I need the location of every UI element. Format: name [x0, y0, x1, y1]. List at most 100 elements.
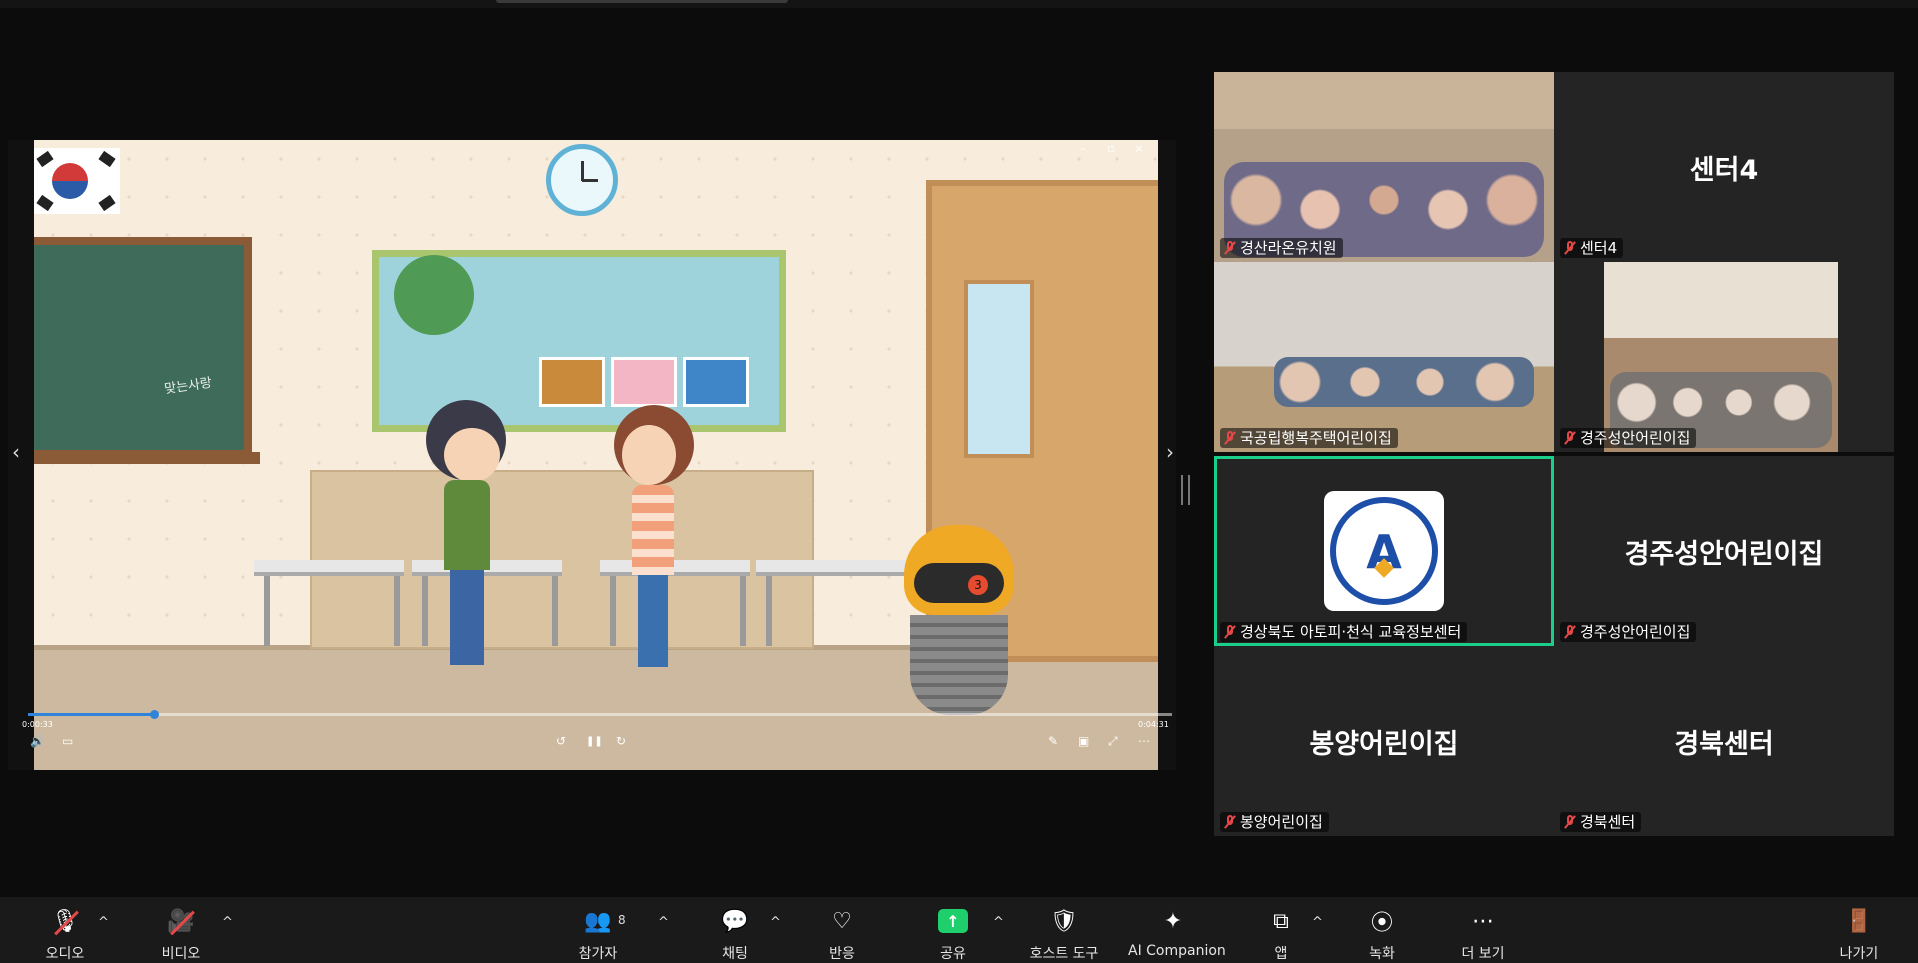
participant-tile[interactable]: 경산라온유치원 [1214, 72, 1554, 262]
record-icon: ⦿ [1370, 911, 1393, 936]
mic-muted-icon [1564, 241, 1576, 255]
audio-options-caret-icon[interactable]: ^ [98, 915, 109, 930]
video-label: 비디오 [161, 946, 201, 962]
ai-companion-button[interactable]: ✦ AI Companion [1128, 897, 1226, 963]
chat-label: 채팅 [722, 946, 748, 962]
desk [600, 560, 750, 576]
minimize-icon[interactable]: – [1076, 142, 1090, 155]
progress-fill [28, 713, 154, 716]
more-icon[interactable]: ⋯ [1138, 734, 1150, 748]
pen-icon[interactable]: ✎ [1048, 734, 1058, 748]
tree-art [394, 255, 474, 335]
more-button[interactable]: ⋯ 더 보기 [1438, 897, 1528, 963]
close-icon[interactable]: × [1132, 142, 1146, 155]
pip-icon[interactable]: ▣ [1078, 734, 1089, 748]
pause-icon[interactable]: ❚❚ [586, 736, 603, 747]
microphone-muted-icon: 🎙 [51, 908, 79, 934]
video-button[interactable]: 🎥 비디오 [136, 897, 226, 963]
participant-gallery: 경산라온유치원 센터4 센터4 국공립행복주택어린이집 경주성안어린이집 A 경… [1214, 72, 1894, 838]
shield-icon: 🛡 [1050, 908, 1078, 934]
participant-name-text: 경상북도 아토피·천식 교육정보센터 [1240, 623, 1462, 641]
rewind-icon[interactable]: ↺ [556, 734, 566, 748]
participant-tile-active-speaker[interactable]: A 경상북도 아토피·천식 교육정보센터 [1214, 456, 1554, 646]
participant-name: 경북센터 [1560, 812, 1642, 832]
next-arrow-icon[interactable]: › [1166, 440, 1174, 464]
more-dots-icon: ⋯ [1472, 908, 1494, 934]
participant-tile[interactable]: 국공립행복주택어린이집 [1214, 262, 1554, 452]
reactions-button[interactable]: ♡ 반응 [797, 897, 887, 963]
participant-video [1604, 262, 1838, 452]
audio-label: 오디오 [45, 946, 85, 962]
video-window-controls[interactable]: – ▫ × [1076, 142, 1146, 155]
participants-icon: 👥 [584, 908, 612, 934]
audio-button[interactable]: 🎙 오디오 [20, 897, 110, 963]
participants-button[interactable]: 👥 8 참가자 [553, 897, 643, 963]
participant-display-name: 센터4 [1689, 154, 1759, 186]
participant-tile[interactable]: 센터4 센터4 [1554, 72, 1894, 262]
participant-tile[interactable]: 경주성안어린이집 [1554, 262, 1894, 452]
record-label: 녹화 [1369, 946, 1395, 962]
participants-options-caret-icon[interactable]: ^ [658, 915, 669, 930]
video-progress-bar[interactable] [28, 710, 1172, 719]
participant-name: 국공립행복주택어린이집 [1220, 428, 1398, 448]
participant-name: 경주성안어린이집 [1560, 622, 1697, 642]
host-tools-button[interactable]: 🛡 호스트 도구 [1019, 897, 1109, 963]
leave-door-icon: 🚪 [1845, 908, 1873, 934]
mic-muted-icon [1564, 815, 1576, 829]
progress-thumb[interactable] [149, 710, 159, 719]
forward-icon[interactable]: ↻ [616, 734, 626, 748]
desk-leg [394, 576, 400, 646]
chat-button[interactable]: 💬 채팅 [690, 897, 780, 963]
participant-name: 센터4 [1560, 238, 1624, 258]
participants-count: 8 [618, 913, 626, 927]
robot-character: 3 [904, 525, 1014, 725]
video-options-caret-icon[interactable]: ^ [222, 915, 233, 930]
share-button[interactable]: ↑ 공유 [908, 897, 998, 963]
participant-tile[interactable]: 경북센터 경북센터 [1554, 646, 1894, 836]
participant-display-name: 경주성안어린이집 [1624, 538, 1824, 570]
participant-name: 경상북도 아토피·천식 교육정보센터 [1220, 622, 1468, 642]
participant-tile[interactable]: 봉양어린이집 봉양어린이집 [1214, 646, 1554, 836]
camera-off-icon: 🎥 [167, 908, 195, 934]
leave-button[interactable]: 🚪 나가기 [1814, 897, 1904, 963]
ai-companion-label: AI Companion [1128, 943, 1226, 959]
participant-name-text: 봉양어린이집 [1240, 813, 1323, 831]
chat-options-caret-icon[interactable]: ^ [770, 915, 781, 930]
chalkboard-ledge [34, 452, 260, 464]
mic-muted-icon [1224, 241, 1236, 255]
split-resize-handle[interactable] [1181, 475, 1190, 505]
host-tools-label: 호스트 도구 [1029, 946, 1099, 962]
leave-label: 나가기 [1839, 946, 1879, 962]
duration-time: 0:04:31 [1138, 720, 1169, 729]
meeting-toolbar: 🎙 오디오 ^ 🎥 비디오 ^ 👥 8 참가자 ^ 💬 채팅 ^ ♡ 반응 ↑ … [0, 897, 1918, 963]
fullscreen-icon[interactable]: ⤢ [1108, 734, 1118, 749]
artwork [683, 357, 749, 407]
restore-icon[interactable]: ▫ [1104, 142, 1118, 155]
captions-icon[interactable]: ▭ [62, 734, 73, 748]
video-frame: 맞는사랑 3 – ▫ × [34, 140, 1158, 770]
desk-leg [740, 576, 746, 646]
prev-arrow-icon[interactable]: ‹ [12, 440, 20, 464]
desk-leg [766, 576, 772, 646]
record-button[interactable]: ⦿ 녹화 [1337, 897, 1427, 963]
apps-button[interactable]: ⧉ 앱 [1236, 897, 1326, 963]
share-label: 공유 [940, 946, 966, 962]
wall-clock [546, 144, 618, 216]
organization-logo: A [1324, 491, 1444, 611]
share-options-caret-icon[interactable]: ^ [993, 915, 1004, 930]
top-handle[interactable] [496, 0, 788, 3]
desk-leg [610, 576, 616, 646]
mic-muted-icon [1224, 815, 1236, 829]
artwork [611, 357, 677, 407]
chat-icon: 💬 [721, 908, 749, 934]
robot-badge: 3 [968, 575, 988, 595]
participant-video [1214, 262, 1554, 452]
participant-name: 경산라온유치원 [1220, 238, 1343, 258]
volume-icon[interactable]: 🔊 [30, 734, 45, 748]
participants-label: 참가자 [578, 946, 618, 962]
participant-tile[interactable]: 경주성안어린이집 경주성안어린이집 [1554, 456, 1894, 646]
apps-options-caret-icon[interactable]: ^ [1312, 915, 1323, 930]
artwork [539, 357, 605, 407]
shared-screen[interactable]: 맞는사랑 3 – ▫ × ‹ › 0:00:33 0:04:31 🔊 ▭ ↺ ❚… [8, 140, 1176, 770]
mic-muted-icon [1564, 431, 1576, 445]
